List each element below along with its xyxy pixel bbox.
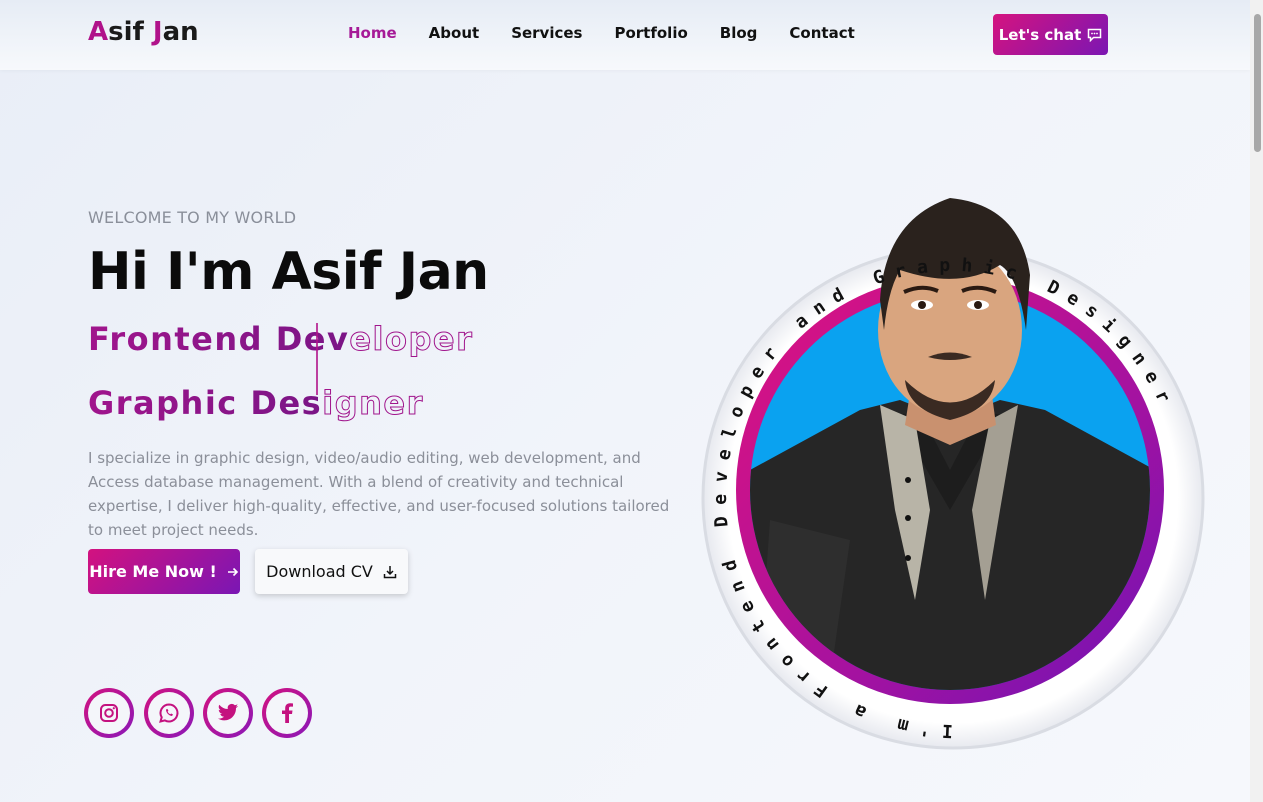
portrait-graphic: I'm a Frontend Developer and Graphic Des… bbox=[701, 198, 1205, 750]
welcome-text: WELCOME TO MY WORLD bbox=[88, 208, 297, 227]
whatsapp-button[interactable] bbox=[144, 688, 194, 738]
role1-outline: eloper bbox=[349, 320, 474, 359]
profile-portrait: I'm a Frontend Developer and Graphic Des… bbox=[700, 180, 1210, 750]
twitter-icon bbox=[207, 692, 249, 734]
hero-description: I specialize in graphic design, video/au… bbox=[88, 449, 670, 539]
hero-greeting: Hi I'm Asif Jan bbox=[88, 242, 489, 302]
download-icon bbox=[383, 565, 397, 578]
nav-item-services[interactable]: Services bbox=[511, 24, 582, 42]
hire-me-button[interactable]: Hire Me Now ! bbox=[88, 549, 240, 594]
role2-typed: Graphic Des bbox=[88, 384, 323, 422]
logo-letter-j: J bbox=[152, 17, 163, 47]
arrow-right-icon bbox=[227, 567, 238, 576]
top-navbar: Asif Jan Home About Services Portfolio B… bbox=[0, 0, 1250, 70]
download-cv-label: Download CV bbox=[266, 562, 373, 581]
instagram-icon bbox=[88, 692, 130, 734]
twitter-button[interactable] bbox=[203, 688, 253, 738]
role1-typed: Frontend Dev bbox=[88, 320, 350, 358]
facebook-button[interactable] bbox=[262, 688, 312, 738]
logo-text-end: an bbox=[162, 17, 199, 47]
hire-me-label: Hire Me Now ! bbox=[89, 562, 217, 581]
nav-item-about[interactable]: About bbox=[429, 24, 480, 42]
role-graphic-designer: Graphic Designer bbox=[88, 384, 424, 423]
typing-cursor bbox=[316, 323, 318, 395]
nav-item-home[interactable]: Home bbox=[348, 24, 397, 42]
role-frontend-developer: Frontend Developer bbox=[88, 320, 474, 359]
logo-letter-a: A bbox=[88, 17, 109, 47]
whatsapp-icon bbox=[148, 692, 190, 734]
instagram-button[interactable] bbox=[84, 688, 134, 738]
logo-text: sif bbox=[108, 17, 153, 47]
nav-item-contact[interactable]: Contact bbox=[789, 24, 854, 42]
nav-item-blog[interactable]: Blog bbox=[720, 24, 758, 42]
role2-outline: igner bbox=[322, 384, 424, 423]
main-menu: Home About Services Portfolio Blog Conta… bbox=[348, 24, 887, 42]
download-cv-button[interactable]: Download CV bbox=[255, 549, 408, 594]
scrollbar-thumb[interactable] bbox=[1254, 14, 1261, 152]
site-logo[interactable]: Asif Jan bbox=[88, 17, 199, 47]
nav-item-portfolio[interactable]: Portfolio bbox=[614, 24, 687, 42]
chat-bubble-icon bbox=[1088, 28, 1102, 42]
facebook-icon bbox=[266, 692, 308, 734]
lets-chat-button[interactable]: Let's chat bbox=[993, 14, 1108, 55]
lets-chat-label: Let's chat bbox=[998, 25, 1082, 44]
